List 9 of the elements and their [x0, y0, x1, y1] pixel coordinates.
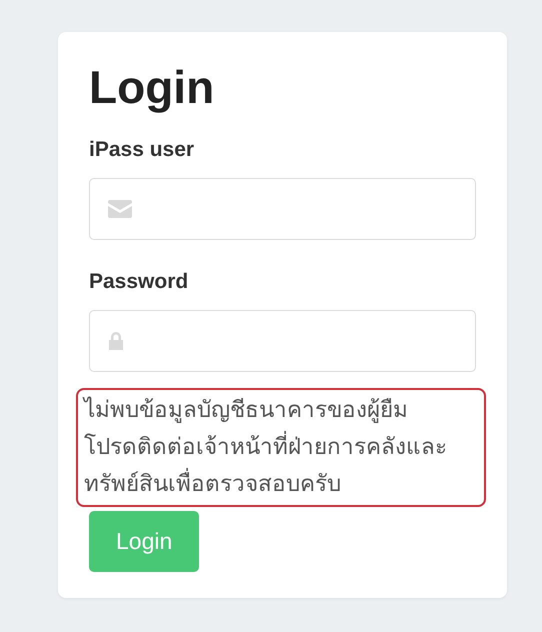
- field-label: iPass user: [89, 138, 196, 162]
- login-button[interactable]: Login: [89, 511, 200, 572]
- login-title: Login: [89, 60, 216, 114]
- password-field[interactable]: [89, 310, 476, 372]
- error-message: ไม่พบข้อมูลบัญชีธนาคารของผู้ยืม โปรดติดต่อเจ้าหน้าที่ฝ่ายการคลังและ ทรัพย์สินเพื่อตรวจสอบครับ: [76, 388, 486, 507]
- email-field[interactable]: [89, 178, 476, 240]
- field-label: Password: [89, 270, 190, 294]
- lock-icon: [108, 332, 124, 350]
- envelope-icon: [108, 200, 132, 218]
